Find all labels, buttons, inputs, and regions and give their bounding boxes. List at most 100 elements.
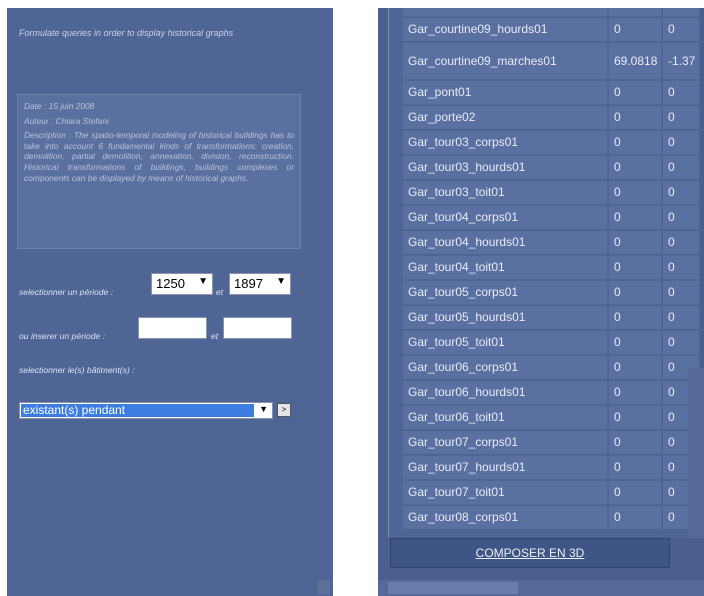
value-cell: 0 [609,256,661,279]
element-name-cell: Gar_tour05_toit01 [403,331,607,354]
element-name-cell: Gar_tour08_corps01 [403,506,607,529]
value-cell: 0 [609,18,661,41]
element-name-cell: Gar_tour07_hourds01 [403,456,607,479]
element-name-cell: Gar_tour06_toit01 [403,406,607,429]
value-cell: 0 [609,381,661,404]
table-row: Gar_tour06_corps01 0 0 [403,356,699,379]
element-name-cell: Gar_tour04_toit01 [403,256,607,279]
element-name-cell: Gar_courtine09_marches01 [403,43,607,79]
value-cell: 0 [663,206,699,229]
scroll-corner[interactable] [318,580,330,594]
value-cell: 0 [609,231,661,254]
table-row: Gar_tour04_hourds01 0 0 [403,231,699,254]
table-row: Gar_tour04_corps01 0 0 [403,206,699,229]
period-select-label: selectionner un période : [19,287,114,297]
building-select[interactable]: existant(s) pendant ▼ [19,402,273,419]
scrollbar-thumb[interactable] [388,582,518,594]
element-name-cell: Gar_tour05_corps01 [403,281,607,304]
value-cell: 0 [609,206,661,229]
value-cell: 0 [663,131,699,154]
element-name-cell: Gar_tour07_toit01 [403,481,607,504]
value-cell: 0 [609,131,661,154]
value-cell: 0 [609,456,661,479]
element-name-cell: Gar_tour03_corps01 [403,131,607,154]
go-button[interactable]: > [277,403,291,417]
value-cell: 0 [609,331,661,354]
element-name-cell: Gar_tour07_corps01 [403,431,607,454]
period-select-et: et [216,287,224,297]
period-to-value: 1897 [234,276,263,291]
value-cell: 0 [609,156,661,179]
chevron-down-icon: ▼ [259,404,268,414]
value-cell: 0 [609,506,661,529]
table-row: Gar_tour03_toit01 0 0 [403,181,699,204]
element-name-cell: Gar_porte02 [403,106,607,129]
table-row: Gar_tour08_corps01 0 0 [403,506,699,529]
element-name-cell: Gar_tour04_hourds01 [403,231,607,254]
table-row: Gar_porte02 0 0 [403,106,699,129]
table-row: Gar_tour05_hourds01 0 0 [403,306,699,329]
query-panel: Formulate queries in order to display hi… [7,8,333,596]
table-row: Gar_tour03_corps01 0 0 [403,131,699,154]
description-text: Description : The spatio-temporal modeli… [24,130,294,183]
value-cell: 0 [663,281,699,304]
table-row: Gar_tour05_toit01 0 0 [403,331,699,354]
value-cell: 0 [609,406,661,429]
value-cell: 0 [663,331,699,354]
element-name-cell: Gar_tour03_hourds01 [403,156,607,179]
date-text: Date : 15 juin 2008 [24,101,95,111]
table-row: Gar_courtine09_marches01 69.0818 -1.37 [403,43,699,79]
compose-3d-button[interactable]: COMPOSER EN 3D [390,538,670,568]
value-cell: 0 [609,356,661,379]
period-from-select[interactable]: 1250 ▼ [151,273,213,295]
table-row: Gar_pont01 0 0 [403,81,699,104]
value-cell: 0 [609,181,661,204]
value-cell: 69.0818 [609,43,661,79]
building-select-value: existant(s) pendant [21,404,254,417]
value-cell: 0 [663,106,699,129]
table-row: Gar_tour06_hourds01 0 0 [403,381,699,404]
table-row: Gar_tour03_hourds01 0 0 [403,156,699,179]
table-row: Gar_tour07_toit01 0 0 [403,481,699,504]
value-cell: 0 [609,431,661,454]
chevron-down-icon: ▼ [198,276,208,287]
table-row: Gar_tour07_corps01 0 0 [403,431,699,454]
author-text: Auteur : Chiara Stefani [24,115,109,126]
value-cell: 0 [663,231,699,254]
value-cell: 0 [663,256,699,279]
period-to-select[interactable]: 1897 ▼ [229,273,291,295]
value-cell: -1.37 [663,43,699,79]
value-cell: 0 [663,81,699,104]
element-name-cell: Gar_tour04_corps01 [403,206,607,229]
vertical-scrollbar[interactable] [688,368,704,538]
results-table-container: Gar_courtine09_hourds01 0 0 Gar_courtine09_… [388,8,700,538]
period-from-input[interactable] [138,317,207,339]
value-cell: 0 [609,306,661,329]
element-name-cell: Gar_courtine09_hourds01 [403,18,607,41]
description-box: Date : 15 juin 2008 Auteur : Chiara Stef… [17,94,301,249]
period-input-et: et [211,331,219,341]
intro-text: Formulate queries in order to display hi… [19,28,234,38]
horizontal-scrollbar[interactable] [378,580,704,596]
value-cell: 0 [609,281,661,304]
value-cell: 0 [663,306,699,329]
element-name-cell: Gar_pont01 [403,81,607,104]
period-input-label: ou inserer un période : [19,331,105,341]
value-cell: 0 [609,106,661,129]
results-panel: Gar_courtine09_hourds01 0 0 Gar_courtine09_… [378,8,704,596]
building-select-label: selectionner le(s) bâtiment(s) : [19,365,135,375]
table-row: Gar_courtine09_hourds01 0 0 [403,18,699,41]
element-name-cell: Gar_tour06_corps01 [403,356,607,379]
period-to-input[interactable] [223,317,292,339]
table-row: Gar_tour05_corps01 0 0 [403,281,699,304]
element-name-cell: Gar_tour05_hourds01 [403,306,607,329]
table-row: Gar_tour04_toit01 0 0 [403,256,699,279]
value-cell: 0 [663,18,699,41]
element-name-cell: Gar_tour06_hourds01 [403,381,607,404]
value-cell: 0 [609,81,661,104]
period-from-value: 1250 [156,276,185,291]
table-row: Gar_tour07_hourds01 0 0 [403,456,699,479]
element-name-cell: Gar_tour03_toit01 [403,181,607,204]
value-cell: 0 [663,181,699,204]
value-cell: 0 [663,156,699,179]
